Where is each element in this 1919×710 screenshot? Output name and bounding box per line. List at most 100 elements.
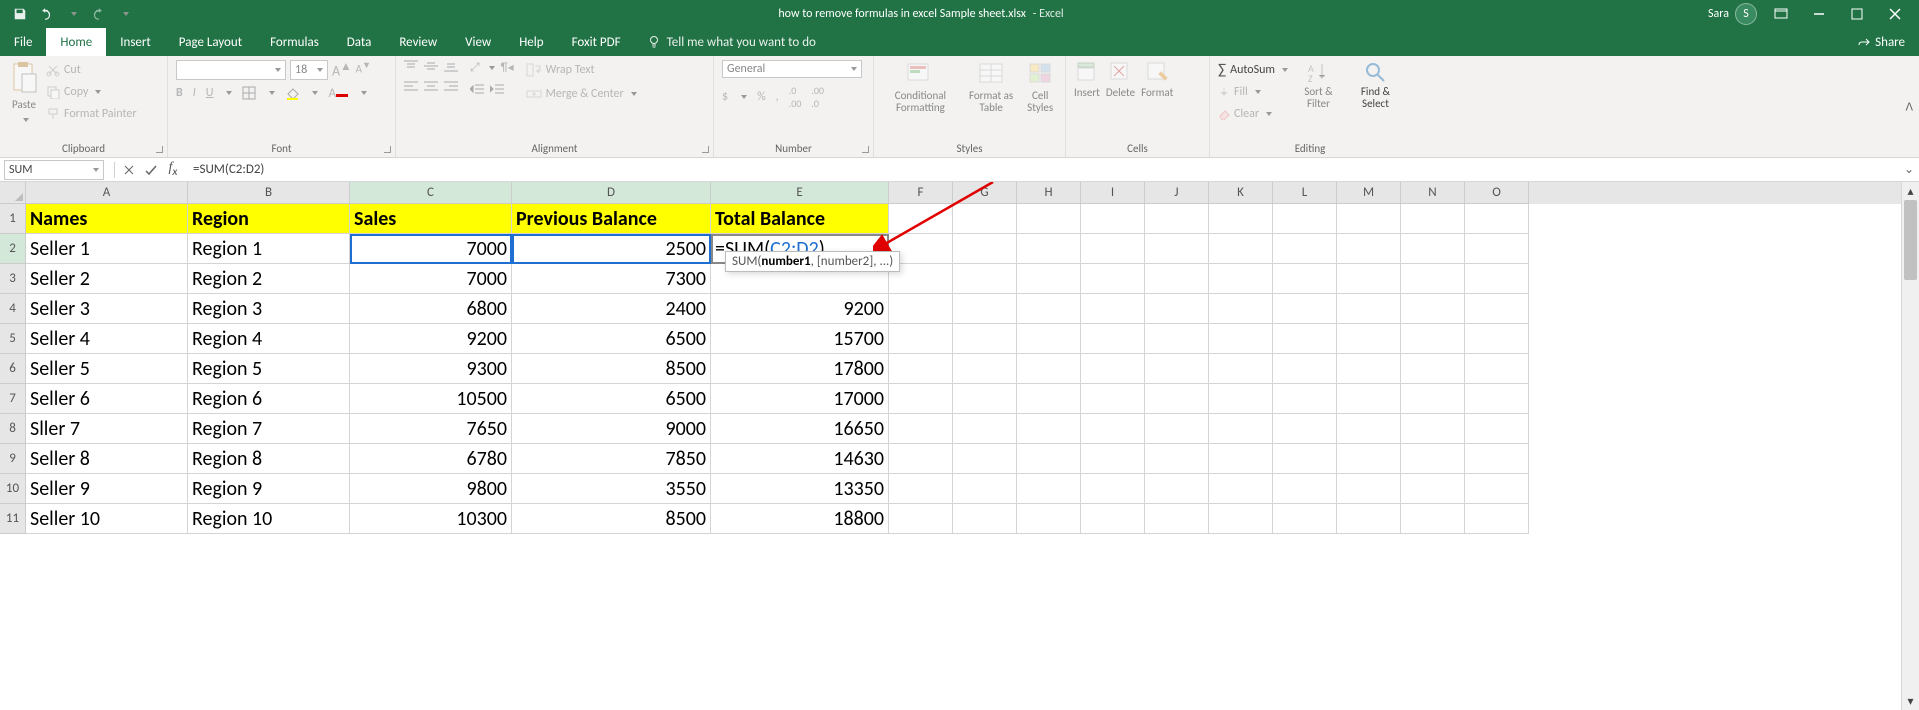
cell[interactable] xyxy=(1145,384,1209,414)
fill-color-dropdown-icon[interactable] xyxy=(309,86,318,100)
cell[interactable] xyxy=(953,324,1017,354)
paste-dropdown-icon[interactable] xyxy=(20,113,29,126)
header-cell[interactable]: Region xyxy=(188,204,350,234)
italic-button[interactable]: I xyxy=(193,86,196,100)
cell[interactable] xyxy=(1401,354,1465,384)
cell[interactable] xyxy=(889,354,953,384)
autosum-button[interactable]: ∑AutoSum xyxy=(1218,60,1288,80)
tab-review[interactable]: Review xyxy=(385,28,451,56)
cell[interactable] xyxy=(1273,234,1337,264)
cell[interactable] xyxy=(889,444,953,474)
fill-color-button[interactable] xyxy=(285,86,299,100)
cell-name[interactable]: Seller 9 xyxy=(26,474,188,504)
row-header[interactable]: 7 xyxy=(0,384,26,414)
cell-name[interactable]: Seller 2 xyxy=(26,264,188,294)
column-header[interactable]: I xyxy=(1081,182,1145,204)
cell[interactable] xyxy=(889,294,953,324)
cell[interactable] xyxy=(1081,204,1145,234)
align-left-icon[interactable] xyxy=(404,80,418,92)
tell-me-search[interactable]: Tell me what you want to do xyxy=(635,35,828,50)
cell[interactable] xyxy=(1145,414,1209,444)
cell[interactable] xyxy=(1465,444,1529,474)
row-header[interactable]: 11 xyxy=(0,504,26,534)
cell[interactable] xyxy=(1209,264,1273,294)
cell[interactable] xyxy=(1017,354,1081,384)
cell-sales[interactable]: 6780 xyxy=(350,444,512,474)
cell[interactable] xyxy=(1465,294,1529,324)
column-header[interactable]: G xyxy=(953,182,1017,204)
cell[interactable] xyxy=(1081,234,1145,264)
cell[interactable] xyxy=(1081,414,1145,444)
cell[interactable] xyxy=(1465,234,1529,264)
account-button[interactable]: Sara S xyxy=(1708,3,1757,25)
cell-sales[interactable]: 9200 xyxy=(350,324,512,354)
column-header[interactable]: O xyxy=(1465,182,1529,204)
cell[interactable] xyxy=(1209,324,1273,354)
cell[interactable] xyxy=(1337,414,1401,444)
column-header[interactable]: C xyxy=(350,182,512,204)
cell-name[interactable]: Seller 3 xyxy=(26,294,188,324)
cell[interactable] xyxy=(1017,324,1081,354)
column-header[interactable]: L xyxy=(1273,182,1337,204)
cell[interactable] xyxy=(1081,264,1145,294)
number-format-combo[interactable]: General xyxy=(722,60,862,78)
expand-formula-bar-icon[interactable]: ⌄ xyxy=(1899,162,1919,177)
ltr-button[interactable]: ¶◂ xyxy=(501,60,514,75)
cell[interactable] xyxy=(1337,504,1401,534)
tab-data[interactable]: Data xyxy=(333,28,386,56)
decrease-decimal-button[interactable]: .00.0 xyxy=(811,84,824,110)
cell[interactable] xyxy=(953,414,1017,444)
cell[interactable] xyxy=(953,354,1017,384)
cell-sales[interactable]: 9800 xyxy=(350,474,512,504)
cancel-formula-icon[interactable] xyxy=(121,162,137,178)
cell[interactable] xyxy=(1081,294,1145,324)
column-header[interactable]: D xyxy=(512,182,711,204)
column-header[interactable]: F xyxy=(889,182,953,204)
cell[interactable] xyxy=(1209,294,1273,324)
cell[interactable] xyxy=(1081,354,1145,384)
decrease-font-icon[interactable]: A▼ xyxy=(356,60,371,80)
cell-total-balance[interactable]: 15700 xyxy=(711,324,889,354)
cell[interactable] xyxy=(1017,294,1081,324)
cell[interactable] xyxy=(1273,504,1337,534)
cell[interactable] xyxy=(1401,474,1465,504)
cell[interactable] xyxy=(1017,204,1081,234)
cell[interactable] xyxy=(953,204,1017,234)
cell[interactable] xyxy=(1017,504,1081,534)
undo-dropdown-icon[interactable] xyxy=(62,4,82,24)
column-header[interactable]: A xyxy=(26,182,188,204)
row-header[interactable]: 10 xyxy=(0,474,26,504)
cell[interactable] xyxy=(1337,204,1401,234)
cell-total-balance[interactable]: 18800 xyxy=(711,504,889,534)
cell[interactable] xyxy=(1465,504,1529,534)
header-cell[interactable]: Total Balance xyxy=(711,204,889,234)
cell[interactable] xyxy=(1081,474,1145,504)
cell[interactable] xyxy=(1145,324,1209,354)
cell[interactable] xyxy=(1145,444,1209,474)
cell[interactable] xyxy=(1145,234,1209,264)
row-header[interactable]: 6 xyxy=(0,354,26,384)
column-header[interactable]: J xyxy=(1145,182,1209,204)
orientation-button[interactable]: ⤢ xyxy=(470,61,480,75)
cell-region[interactable]: Region 6 xyxy=(188,384,350,414)
cell[interactable] xyxy=(953,474,1017,504)
cell-region[interactable]: Region 7 xyxy=(188,414,350,444)
borders-button[interactable] xyxy=(242,86,256,100)
cell[interactable] xyxy=(1401,384,1465,414)
font-name-combo[interactable] xyxy=(176,60,286,80)
autosum-dropdown-icon[interactable] xyxy=(1279,63,1288,77)
cell[interactable] xyxy=(1145,504,1209,534)
collapse-ribbon-icon[interactable]: ᐱ xyxy=(1905,100,1913,113)
comma-format-button[interactable]: , xyxy=(776,90,779,104)
save-icon[interactable] xyxy=(10,4,30,24)
borders-dropdown-icon[interactable] xyxy=(266,86,275,100)
cell-name[interactable]: Sller 7 xyxy=(26,414,188,444)
maximize-icon[interactable] xyxy=(1843,4,1871,24)
conditional-formatting-button[interactable]: Conditional Formatting xyxy=(882,60,959,114)
cell-region[interactable]: Region 1 xyxy=(188,234,350,264)
cell-region[interactable]: Region 5 xyxy=(188,354,350,384)
row-header[interactable]: 2 xyxy=(0,234,26,264)
tab-home[interactable]: Home xyxy=(46,28,106,56)
cell[interactable] xyxy=(1465,474,1529,504)
cell[interactable] xyxy=(1017,444,1081,474)
